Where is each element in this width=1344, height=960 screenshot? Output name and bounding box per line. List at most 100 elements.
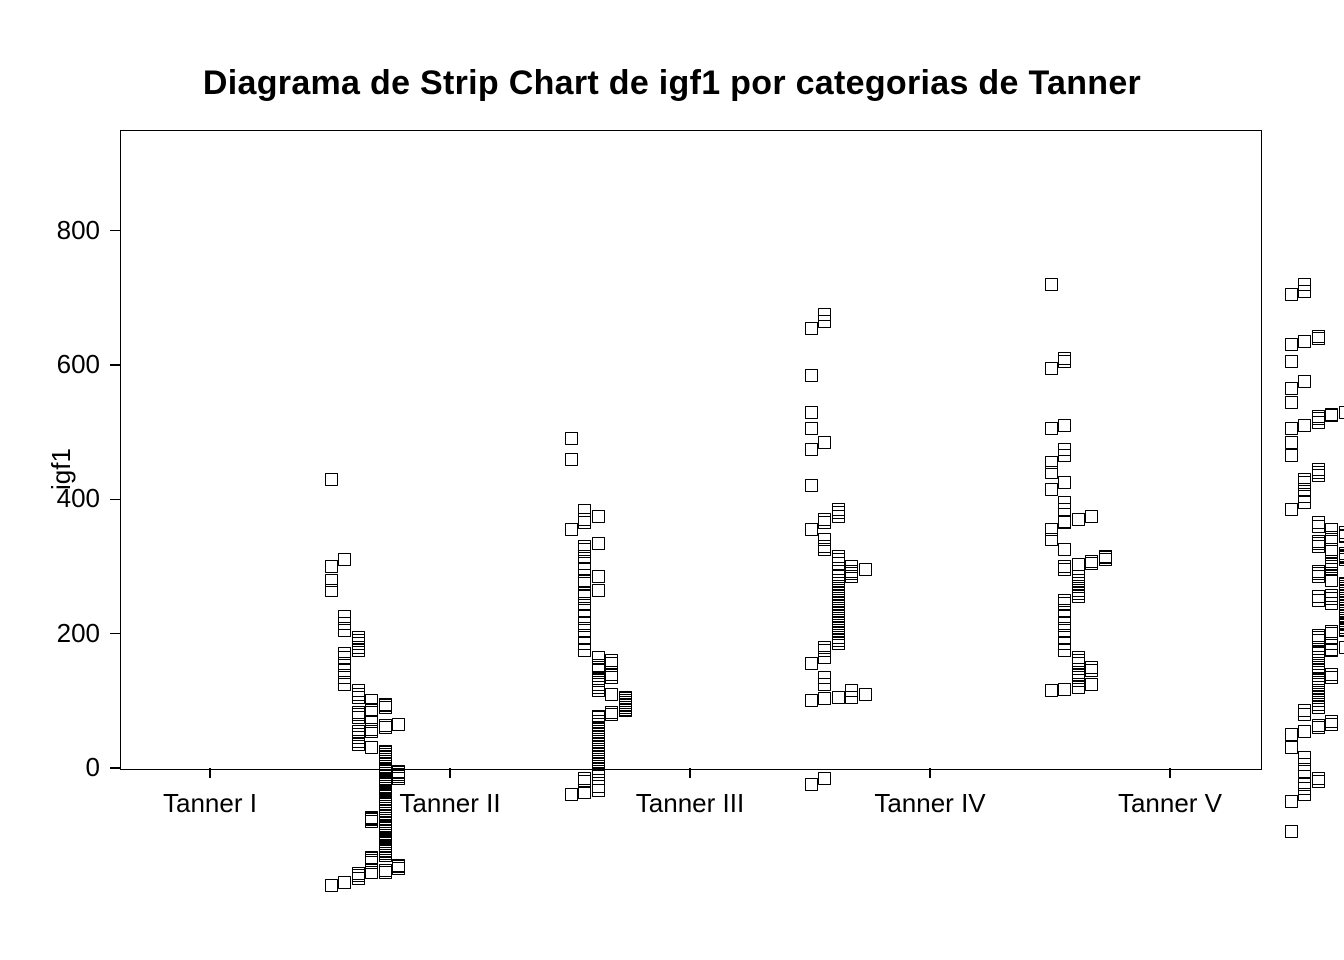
x-tick-mark (449, 768, 451, 778)
data-point (592, 537, 605, 550)
data-point (352, 706, 365, 719)
data-point (818, 513, 831, 526)
data-point (325, 473, 338, 486)
x-tick-label: Tanner III (610, 788, 770, 819)
data-point (592, 780, 605, 793)
data-point (1285, 422, 1298, 435)
data-point (1312, 463, 1325, 476)
data-point (392, 765, 405, 778)
data-point (605, 706, 618, 719)
data-point (1045, 422, 1058, 435)
x-tick-label: Tanner V (1090, 788, 1250, 819)
data-point (805, 657, 818, 670)
data-point (1085, 661, 1098, 674)
data-point (352, 631, 365, 644)
x-tick-label: Tanner I (130, 788, 290, 819)
data-point (845, 560, 858, 573)
data-point (325, 560, 338, 573)
data-point (1285, 741, 1298, 754)
data-point (1058, 419, 1071, 432)
data-point (859, 688, 872, 701)
data-point (1058, 496, 1071, 509)
x-tick-mark (209, 768, 211, 778)
data-point (379, 745, 392, 758)
data-point (325, 879, 338, 892)
data-point (805, 369, 818, 382)
data-point (578, 504, 591, 517)
data-point (578, 786, 591, 799)
data-point (565, 523, 578, 536)
data-point (1072, 651, 1085, 664)
data-point (1285, 825, 1298, 838)
data-point (1339, 600, 1344, 613)
data-point (379, 864, 392, 877)
data-point (392, 718, 405, 731)
data-point (592, 510, 605, 523)
data-point (1312, 516, 1325, 529)
data-point (1085, 678, 1098, 691)
data-point (805, 443, 818, 456)
data-point (1312, 330, 1325, 343)
data-point (1045, 456, 1058, 469)
data-point (805, 406, 818, 419)
data-point (1312, 629, 1325, 642)
data-point (805, 479, 818, 492)
data-point (592, 651, 605, 664)
y-tick-label: 800 (40, 215, 100, 246)
data-point (1339, 577, 1344, 590)
data-point (1298, 419, 1311, 432)
data-point (1298, 375, 1311, 388)
data-point (592, 710, 605, 723)
data-point (1312, 772, 1325, 785)
data-point (1085, 510, 1098, 523)
data-point (845, 684, 858, 697)
data-point (1325, 555, 1338, 568)
data-point (1058, 543, 1071, 556)
data-point (805, 694, 818, 707)
chart-title: Diagrama de Strip Chart de igf1 por cate… (0, 64, 1344, 103)
data-point (379, 698, 392, 711)
data-point (818, 436, 831, 449)
data-point (1058, 683, 1071, 696)
y-tick-mark (110, 767, 120, 769)
data-point (1312, 590, 1325, 603)
data-point (805, 523, 818, 536)
y-tick-label: 600 (40, 349, 100, 380)
data-point (1058, 594, 1071, 607)
data-point (832, 550, 845, 563)
data-point (1312, 719, 1325, 732)
data-point (1285, 382, 1298, 395)
data-point (818, 641, 831, 654)
data-point (1325, 625, 1338, 638)
data-point (1045, 278, 1058, 291)
data-point (1058, 352, 1071, 365)
y-tick-label: 0 (40, 752, 100, 783)
data-point (1339, 641, 1344, 654)
data-point (1298, 751, 1311, 764)
data-point (1285, 396, 1298, 409)
data-point (1285, 288, 1298, 301)
data-point (592, 570, 605, 583)
x-tick-mark (689, 768, 691, 778)
y-tick-mark (110, 230, 120, 232)
data-point (565, 453, 578, 466)
data-point (832, 503, 845, 516)
data-point (818, 533, 831, 546)
data-point (1072, 513, 1085, 526)
data-point (578, 772, 591, 785)
data-point (1339, 547, 1344, 560)
data-point (325, 574, 338, 587)
data-point (1058, 560, 1071, 573)
data-point (338, 647, 351, 660)
data-point (1285, 728, 1298, 741)
data-point (1325, 408, 1338, 421)
data-point (805, 778, 818, 791)
data-point (1312, 410, 1325, 423)
data-point (352, 684, 365, 697)
x-tick-label: Tanner IV (850, 788, 1010, 819)
data-point (605, 654, 618, 667)
plot-area (120, 130, 1262, 770)
data-point (1298, 704, 1311, 717)
data-point (365, 694, 378, 707)
data-point (832, 691, 845, 704)
